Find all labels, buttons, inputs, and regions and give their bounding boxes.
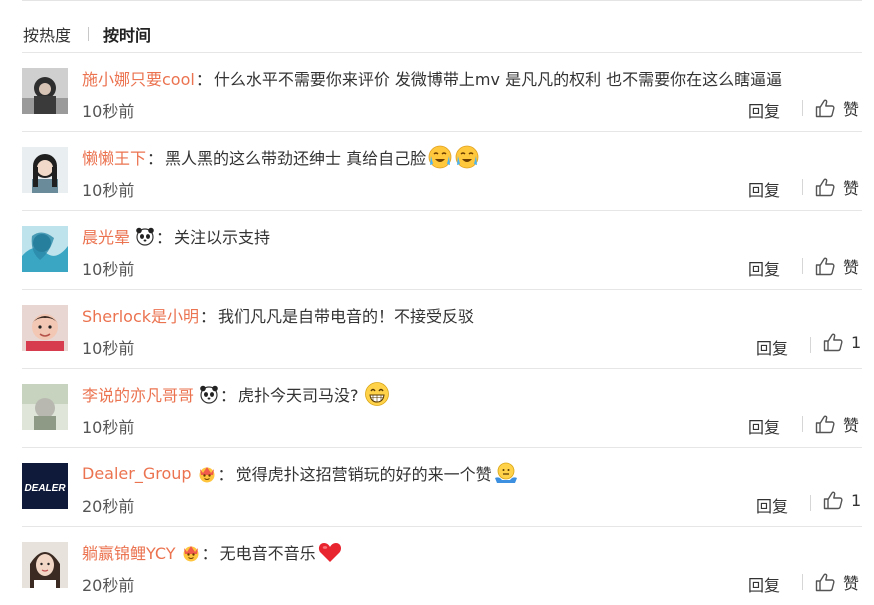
crown-badge-icon [199,467,215,483]
crying-laugh-emoji-icon [428,145,452,169]
comment-divider [22,131,862,132]
comment-time: 10秒前 [82,418,135,437]
avatar[interactable] [22,542,68,588]
comment-time: 10秒前 [82,339,135,358]
action-separator [802,258,803,274]
comment-line: 晨光晕 ：关注以示支持 [82,224,270,248]
panda-badge-icon [200,385,218,404]
thumbs-up-icon [815,99,835,117]
thumbs-up-icon [823,333,843,352]
comment-line: 李说的亦凡哥哥 ：虎扑今天司马没? [82,382,390,406]
comment-item: 晨光晕 ：关注以示支持 10秒前 回复 赞 [0,210,874,289]
comment-time: 10秒前 [82,181,135,200]
comment-item: DEALER Dealer_Group ：觉得虎扑这招营销玩的好的来一个赞 20… [0,447,874,526]
comment-divider [22,447,862,448]
like-button[interactable]: 赞 [815,96,859,120]
thumbs-up-icon [815,257,835,275]
action-separator [810,495,811,511]
red-heart-emoji-icon [318,543,341,562]
action-separator [802,179,803,195]
comment-line: 躺赢锦鲤YCY ：无电音不音乐 [82,540,343,564]
like-count: 赞 [843,416,860,435]
comment-text: 关注以示支持 [174,228,271,247]
comment-line: 懒懒王下：黑人黑的这么带劲还绅士 真给自己脸 [82,145,480,169]
comment-divider [22,289,862,290]
comment-text: 觉得虎扑这招营销玩的好的来一个赞 [235,465,492,484]
reply-button[interactable]: 回复 [748,414,780,438]
action-separator [802,416,803,432]
username-link[interactable]: Dealer_Group [82,464,192,483]
username-link[interactable]: 李说的亦凡哥哥 [82,382,194,406]
like-count: 赞 [843,574,860,593]
action-separator [802,100,803,116]
comment-text: 虎扑今天司马没? [238,386,359,405]
panda-badge-icon [136,227,154,246]
like-button[interactable]: 赞 [815,175,859,199]
like-button[interactable]: 赞 [815,570,859,594]
reply-button[interactable]: 回复 [748,98,780,122]
crown-badge-icon [183,546,199,562]
comment-line: 施小娜只要cool：什么水平不需要你来评价 发微博带上mv 是凡凡的权利 也不需… [82,66,782,90]
reply-button[interactable]: 回复 [756,493,788,517]
action-separator [802,574,803,590]
tab-sort-by-hot[interactable]: 按热度 [23,22,71,46]
like-count: 赞 [843,258,860,277]
comment-text: 我们凡凡是自带电音的！不接受反驳 [218,307,475,326]
comment-item: Sherlock是小明：我们凡凡是自带电音的！不接受反驳 10秒前 回复 1 [0,289,874,368]
like-count: 赞 [843,179,860,198]
comment-line: Dealer_Group ：觉得虎扑这招营销玩的好的来一个赞 [82,461,519,485]
like-button[interactable]: 赞 [815,412,859,436]
like-button[interactable]: 1 [823,333,861,352]
top-divider [22,0,862,1]
shrug-emoji-icon [494,462,517,483]
like-button[interactable]: 赞 [815,254,859,278]
reply-button[interactable]: 回复 [748,177,780,201]
avatar[interactable]: DEALER [22,463,68,509]
comment-text: 无电音不音乐 [219,544,316,563]
thumbs-up-icon [815,415,835,433]
avatar[interactable] [22,384,68,430]
comment-divider [22,526,862,527]
like-count: 1 [851,491,862,510]
comment-time: 10秒前 [82,102,135,121]
action-separator [810,337,811,353]
thumbs-up-icon [815,178,835,196]
avatar[interactable] [22,305,68,351]
username-link[interactable]: 懒懒王下 [82,145,146,169]
comment-time: 20秒前 [82,576,135,595]
thumbs-up-icon [823,491,843,510]
avatar[interactable] [22,226,68,272]
crying-laugh-emoji-icon [455,145,479,169]
comment-divider [22,52,862,53]
comment-divider [22,368,862,369]
comment-text: 什么水平不需要你来评价 发微博带上mv 是凡凡的权利 也不需要你在这么瞎逼逼 [213,70,783,89]
comment-time: 20秒前 [82,497,135,516]
comment-item: 懒懒王下：黑人黑的这么带劲还绅士 真给自己脸 10秒前 回复 赞 [0,131,874,210]
thumbs-up-icon [815,573,835,591]
comment-item: 李说的亦凡哥哥 ：虎扑今天司马没? 10秒前 回复 赞 [0,368,874,447]
sort-tabs: 按热度 按时间 [23,22,151,46]
grin-emoji-icon [364,382,389,406]
like-count: 1 [851,333,862,352]
comment-item: 躺赢锦鲤YCY ：无电音不音乐 20秒前 回复 赞 [0,526,874,605]
comment-text: 黑人黑的这么带劲还绅士 真给自己脸 [165,149,427,168]
comment-line: Sherlock是小明：我们凡凡是自带电音的！不接受反驳 [82,303,474,327]
reply-button[interactable]: 回复 [748,572,780,596]
comment-divider [22,210,862,211]
like-button[interactable]: 1 [823,491,861,510]
avatar-logo-text: DEALER [24,483,66,494]
username-link[interactable]: Sherlock是小明 [82,303,199,327]
reply-button[interactable]: 回复 [756,335,788,359]
username-link[interactable]: 躺赢锦鲤YCY [82,540,176,564]
username-link[interactable]: 晨光晕 [82,224,130,248]
comment-time: 10秒前 [82,260,135,279]
reply-button[interactable]: 回复 [748,256,780,280]
username-link[interactable]: 施小娜只要cool [82,66,195,90]
like-count: 赞 [843,100,860,119]
comment-item: 施小娜只要cool：什么水平不需要你来评价 发微博带上mv 是凡凡的权利 也不需… [0,52,874,131]
tab-separator [88,27,90,41]
avatar[interactable] [22,147,68,193]
avatar[interactable] [22,68,68,114]
tab-sort-by-time[interactable]: 按时间 [103,22,151,46]
